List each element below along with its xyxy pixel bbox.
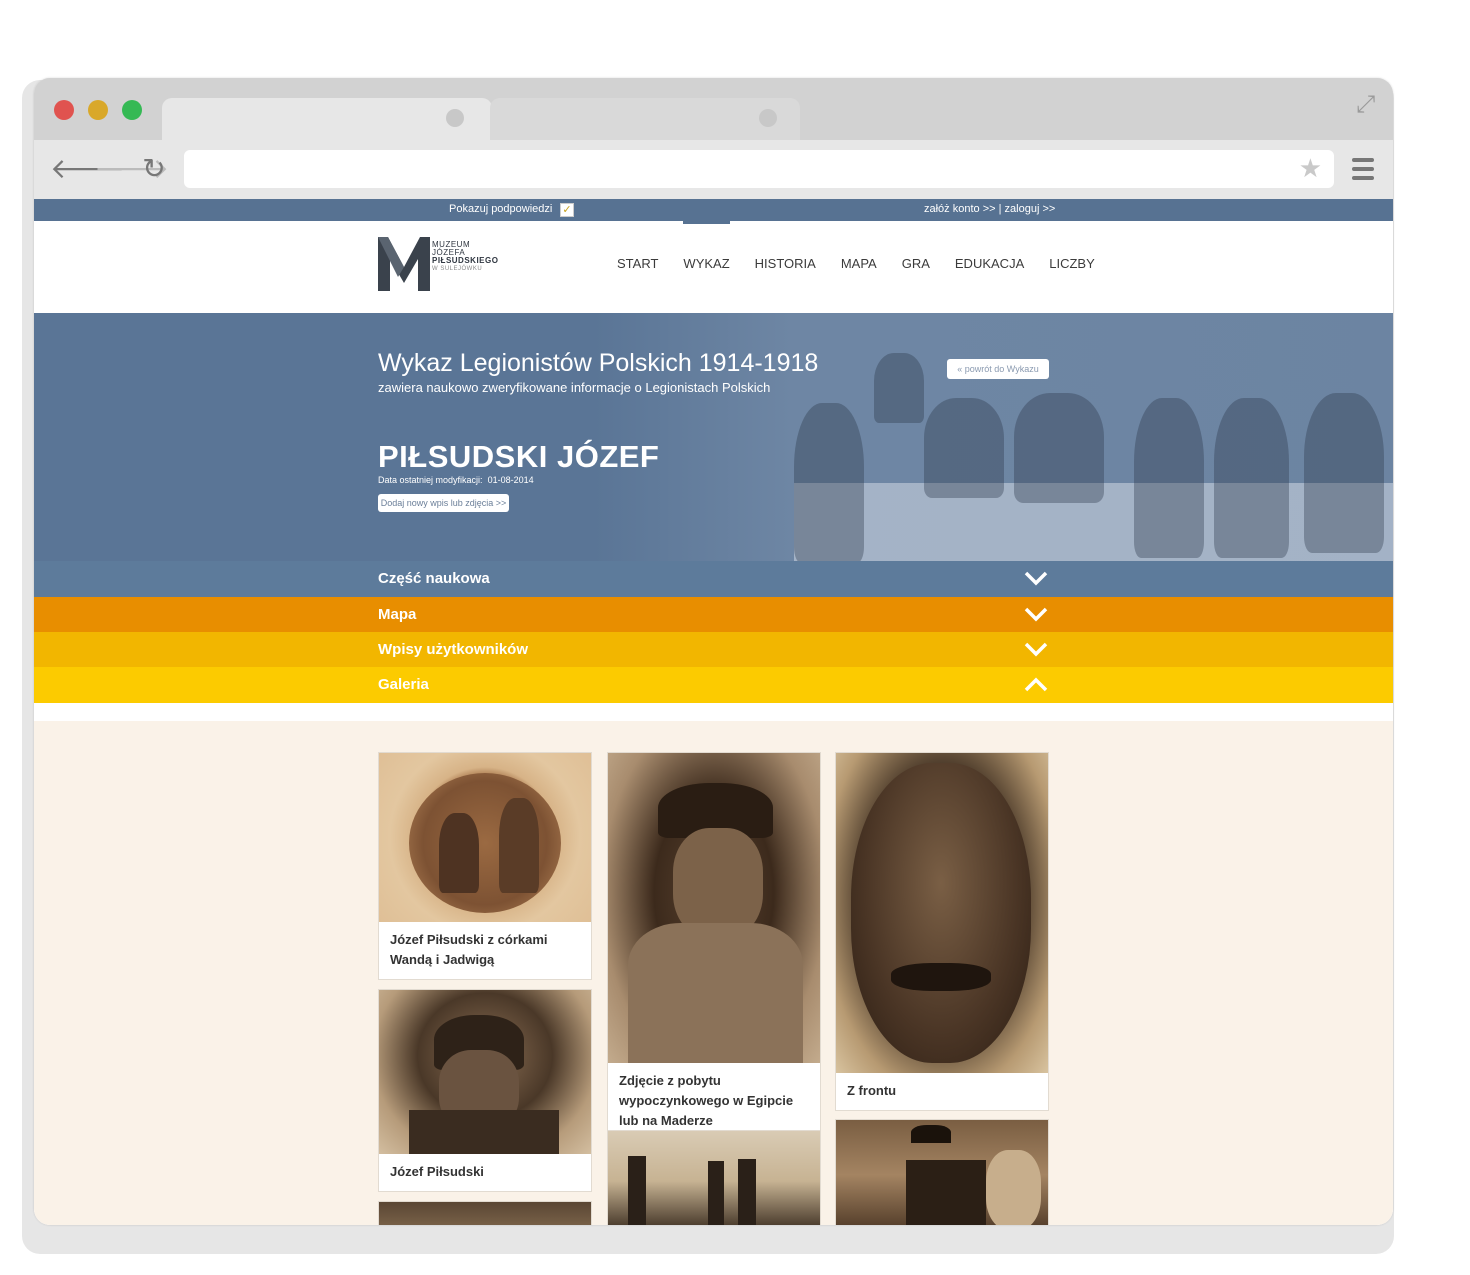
gallery-photo[interactable] <box>379 753 591 922</box>
add-entry-button[interactable]: Dodaj nowy wpis lub zdjęcia >> <box>378 494 509 512</box>
photo-figure <box>874 353 924 423</box>
address-bar[interactable]: ★ <box>184 150 1334 188</box>
register-link[interactable]: załóż konto >> <box>924 203 996 215</box>
utility-bar: Pokazuj podpowiedzi ✓ załóż konto >> | z… <box>34 199 1393 221</box>
gallery-photo[interactable] <box>836 1120 1048 1225</box>
gallery: Józef Piłsudski z córkami Wandą i Jadwig… <box>34 721 1393 1225</box>
gallery-card[interactable]: Józef Piłsudski z córkami Wandą i Jadwig… <box>378 752 592 980</box>
expand-icon[interactable]: ⤢ <box>1356 90 1375 118</box>
page-subtitle: zawiera naukowo zweryfikowane informacje… <box>378 380 771 395</box>
main-nav: START WYKAZ HISTORIA MAPA GRA EDUKACJA L… <box>617 221 1120 271</box>
browser-toolbar: 🡐 🡒 ↻ ★ <box>34 140 1393 199</box>
nav-mapa[interactable]: MAPA <box>841 256 877 271</box>
gallery-photo[interactable] <box>836 753 1048 1073</box>
accordion-label: Galeria <box>378 676 429 693</box>
photo-figure <box>1304 393 1384 553</box>
gallery-card[interactable]: Józef Piłsudski <box>378 989 592 1192</box>
maximize-window-button[interactable] <box>122 100 142 120</box>
gallery-card[interactable]: Z frontu <box>835 752 1049 1111</box>
photo-figure <box>1014 393 1104 503</box>
nav-gra[interactable]: GRA <box>902 256 930 271</box>
gallery-card[interactable] <box>378 1201 592 1225</box>
back-to-list-button[interactable]: « powrót do Wykazu <box>947 359 1049 379</box>
star-icon[interactable]: ★ <box>1299 154 1322 184</box>
gallery-photo[interactable] <box>608 753 820 1063</box>
separator: | <box>998 203 1002 215</box>
gallery-photo[interactable] <box>608 1131 820 1225</box>
accordion-label: Mapa <box>378 606 417 623</box>
chevron-down-icon[interactable] <box>1024 639 1048 659</box>
chevron-up-icon[interactable] <box>1024 674 1048 694</box>
accordion-wpisy[interactable]: Wpisy użytkowników <box>34 632 1393 667</box>
hints-checkbox[interactable]: ✓ <box>560 203 574 217</box>
nav-start[interactable]: START <box>617 256 658 271</box>
accordion-czesc-naukowa[interactable]: Część naukowa <box>34 561 1393 597</box>
login-link[interactable]: zaloguj >> <box>1005 203 1056 215</box>
nav-edukacja[interactable]: EDUKACJA <box>955 256 1024 271</box>
close-window-button[interactable] <box>54 100 74 120</box>
arrow-right-icon[interactable]: 🡒 <box>94 154 169 184</box>
site-header: MUZEUM JÓZEFA PIŁSUDSKIEGO W SULEJÓWKU S… <box>34 221 1393 313</box>
chevron-down-icon[interactable] <box>1024 604 1048 624</box>
last-modified-date: 01-08-2014 <box>487 475 534 485</box>
gallery-caption: Józef Piłsudski z córkami Wandą i Jadwig… <box>390 932 548 967</box>
logo-line-4: W SULEJÓWKU <box>432 266 483 272</box>
browser-tab-inactive[interactable] <box>490 98 800 140</box>
arrow-left-icon[interactable]: 🡐 <box>50 154 125 184</box>
accordion-label: Wpisy użytkowników <box>378 641 529 658</box>
account-links: załóż konto >> | zaloguj >> <box>924 203 1055 215</box>
gallery-caption: Z frontu <box>847 1083 897 1098</box>
gallery-card[interactable] <box>607 1130 821 1225</box>
nav-wykaz[interactable]: WYKAZ <box>683 221 730 271</box>
page-title: Wykaz Legionistów Polskich 1914-1918 <box>378 349 819 377</box>
person-name: PIŁSUDSKI JÓZEF <box>378 439 660 474</box>
photo-figure <box>924 398 1004 498</box>
gallery-card[interactable]: Zdjęcie z pobytu wypoczynkowego w Egipci… <box>607 752 821 1141</box>
logo-line-3: PIŁSUDSKIEGO <box>432 256 499 265</box>
gallery-caption: Zdjęcie z pobytu wypoczynkowego w Egipci… <box>619 1073 794 1128</box>
gallery-photo[interactable] <box>379 990 591 1154</box>
nav-liczby[interactable]: LICZBY <box>1049 256 1095 271</box>
hamburger-icon[interactable] <box>1352 158 1374 185</box>
last-modified-label: Data ostatniej modyfikacji: <box>378 475 483 485</box>
minimize-window-button[interactable] <box>88 100 108 120</box>
tab-close-icon[interactable] <box>759 109 777 127</box>
tab-strip: ⤢ <box>34 78 1393 140</box>
tab-close-icon[interactable] <box>446 109 464 127</box>
page-viewport: Pokazuj podpowiedzi ✓ załóż konto >> | z… <box>34 199 1393 1225</box>
accordion-galeria[interactable]: Galeria <box>34 667 1393 703</box>
gallery-card[interactable] <box>835 1119 1049 1225</box>
gallery-caption: Józef Piłsudski <box>390 1164 484 1179</box>
spacer <box>34 703 1393 721</box>
chevron-down-icon[interactable] <box>1024 568 1048 588</box>
logo-m-icon <box>378 237 430 291</box>
accordion-label: Część naukowa <box>378 570 490 587</box>
hints-label: Pokazuj podpowiedzi <box>449 203 553 215</box>
gallery-photo[interactable] <box>379 1202 591 1225</box>
browser-chrome: ⤢ 🡐 🡒 ↻ ★ <box>34 78 1393 199</box>
photo-figure <box>794 403 864 561</box>
hero-banner: Wykaz Legionistów Polskich 1914-1918 zaw… <box>34 313 1393 561</box>
nav-historia[interactable]: HISTORIA <box>755 256 816 271</box>
browser-tab-active[interactable] <box>162 98 492 140</box>
logo-text: MUZEUM JÓZEFA PIŁSUDSKIEGO W SULEJÓWKU <box>432 241 498 273</box>
photo-figure <box>1214 398 1289 558</box>
accordion-mapa[interactable]: Mapa <box>34 597 1393 632</box>
reload-icon[interactable]: ↻ <box>139 154 169 184</box>
photo-figure <box>1134 398 1204 558</box>
last-modified: Data ostatniej modyfikacji: 01-08-2014 <box>378 475 534 485</box>
browser-window: ⤢ 🡐 🡒 ↻ ★ Pokazuj podpowiedzi ✓ załóż ko… <box>34 78 1393 1225</box>
